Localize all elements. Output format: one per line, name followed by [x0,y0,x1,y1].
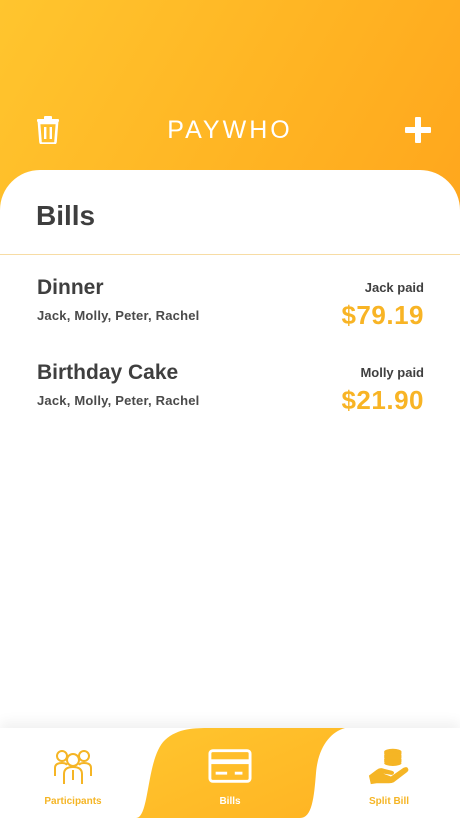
people-icon [51,744,95,788]
app-screen: PAYWHO Bills Dinner Jack, Molly, Peter, … [0,0,460,818]
divider [0,254,460,255]
bills-sheet: Bills Dinner Jack, Molly, Peter, Rachel … [0,170,460,770]
add-bill-button[interactable] [404,112,432,148]
tab-split-bill[interactable]: Split Bill [314,728,460,818]
bill-amount: $21.90 [341,385,424,415]
tab-bills[interactable]: Bills [155,728,305,818]
bill-list: Dinner Jack, Molly, Peter, Rachel Jack p… [0,274,460,444]
tab-label: Bills [219,796,241,807]
bill-payer: Jack paid [364,280,424,295]
hand-coins-icon [367,744,411,788]
bill-amount: $79.19 [341,300,424,330]
header-bar: PAYWHO [0,108,460,152]
app-title: PAYWHO [167,116,293,144]
bill-row[interactable]: Birthday Cake Jack, Molly, Peter, Rachel… [0,359,460,444]
bill-name: Birthday Cake [37,361,179,384]
tab-bar: Participants Bills Split Bill [0,728,460,818]
tab-label: Participants [44,796,102,807]
bill-payer: Molly paid [360,365,424,380]
credit-card-icon [208,744,252,788]
tab-label: Split Bill [369,796,409,807]
plus-icon [405,117,431,143]
bill-row[interactable]: Dinner Jack, Molly, Peter, Rachel Jack p… [0,274,460,359]
bill-name: Dinner [37,276,104,299]
bill-participants: Jack, Molly, Peter, Rachel [37,308,200,323]
page-title: Bills [36,200,96,231]
tab-participants[interactable]: Participants [0,728,148,818]
bill-participants: Jack, Molly, Peter, Rachel [37,393,200,408]
